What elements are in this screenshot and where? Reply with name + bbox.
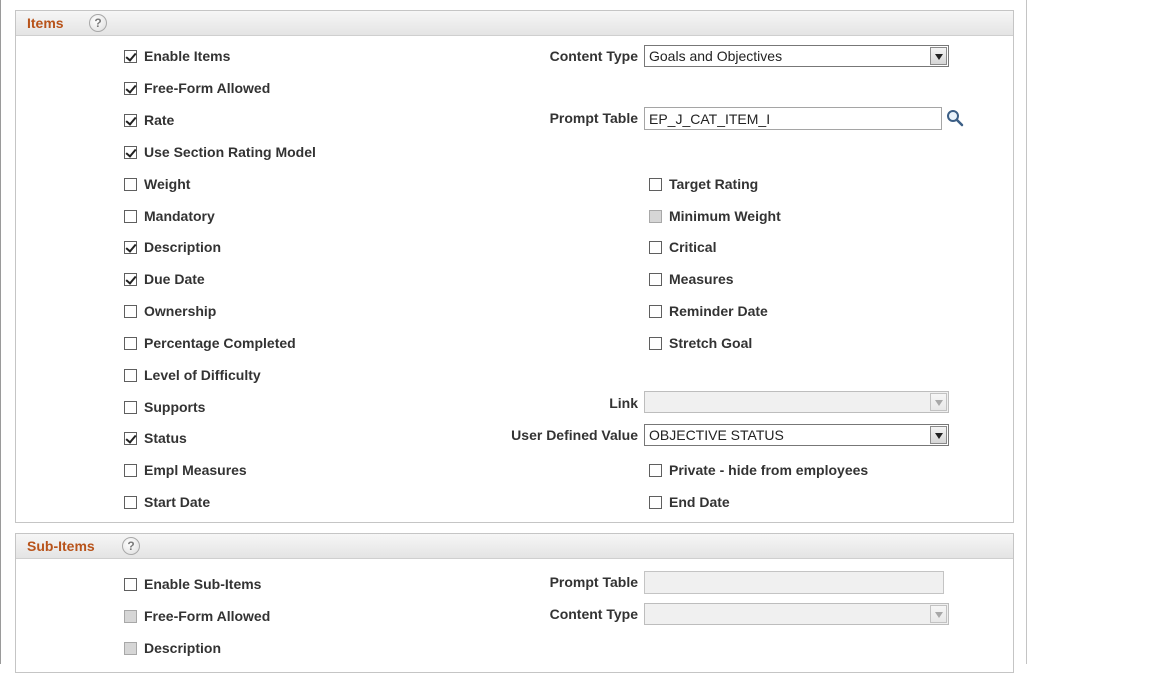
subitems-section-header: Sub-Items ? (16, 534, 1013, 559)
content-type-select[interactable]: Goals and Objectives (644, 45, 949, 67)
link-label: Link (609, 395, 638, 411)
sub-content-type-select (644, 603, 949, 625)
ownership-label: Ownership (144, 303, 217, 319)
empl-measures-label: Empl Measures (144, 462, 247, 478)
chevron-down-icon[interactable] (930, 47, 947, 65)
help-icon[interactable]: ? (122, 537, 140, 555)
rate-label: Rate (144, 112, 175, 128)
sub-free-form-allowed-checkbox (124, 610, 137, 623)
enable-items-label: Enable Items (144, 48, 231, 64)
status-label: Status (144, 430, 187, 446)
prompt-table-value: EP_J_CAT_ITEM_I (649, 111, 771, 127)
page-right-border (1026, 0, 1027, 664)
stretch-goal-checkbox[interactable] (649, 337, 662, 350)
end-date-checkbox[interactable] (649, 496, 662, 509)
sub-description-label: Description (144, 640, 222, 656)
user-defined-value-label: User Defined Value (511, 427, 638, 443)
enable-sub-items-checkbox[interactable] (124, 578, 137, 591)
minimum-weight-label: Minimum Weight (669, 208, 781, 224)
link-select (644, 391, 949, 413)
ownership-checkbox[interactable] (124, 305, 137, 318)
weight-checkbox[interactable] (124, 178, 137, 191)
sub-prompt-table-label: Prompt Table (549, 574, 638, 590)
prompt-table-label: Prompt Table (549, 110, 638, 126)
chevron-down-icon (930, 605, 947, 623)
use-section-rating-model-checkbox[interactable] (124, 146, 137, 159)
supports-label: Supports (144, 399, 206, 415)
start-date-checkbox[interactable] (124, 496, 137, 509)
enable-items-checkbox[interactable] (124, 50, 137, 63)
status-checkbox[interactable] (124, 432, 137, 445)
content-type-label: Content Type (549, 48, 638, 64)
due-date-checkbox[interactable] (124, 273, 137, 286)
start-date-label: Start Date (144, 494, 211, 510)
content-type-value: Goals and Objectives (649, 48, 783, 64)
level-of-difficulty-label: Level of Difficulty (144, 367, 261, 383)
chevron-down-icon[interactable] (930, 426, 947, 444)
critical-checkbox[interactable] (649, 241, 662, 254)
critical-label: Critical (669, 239, 717, 255)
stretch-goal-label: Stretch Goal (669, 335, 753, 351)
measures-checkbox[interactable] (649, 273, 662, 286)
private-hide-from-employees-checkbox[interactable] (649, 464, 662, 477)
enable-sub-items-label: Enable Sub-Items (144, 576, 262, 592)
percentage-completed-checkbox[interactable] (124, 337, 137, 350)
search-icon[interactable] (946, 109, 964, 127)
subitems-group-box: Sub-Items ? Enable Sub-Items Free-Form A… (15, 533, 1014, 673)
percentage-completed-label: Percentage Completed (144, 335, 296, 351)
use-section-rating-model-label: Use Section Rating Model (144, 144, 316, 160)
minimum-weight-checkbox (649, 210, 662, 223)
end-date-label: End Date (669, 494, 730, 510)
page-left-border (0, 0, 1, 664)
user-defined-value-select[interactable]: OBJECTIVE STATUS (644, 424, 949, 446)
sub-free-form-allowed-label: Free-Form Allowed (144, 608, 271, 624)
items-group-box: Items ? Enable Items Free-Form Allowed R… (15, 10, 1014, 523)
chevron-down-icon (930, 393, 947, 411)
rate-checkbox[interactable] (124, 114, 137, 127)
reminder-date-checkbox[interactable] (649, 305, 662, 318)
sub-content-type-label: Content Type (549, 606, 638, 622)
description-label: Description (144, 239, 222, 255)
mandatory-label: Mandatory (144, 208, 215, 224)
prompt-table-input[interactable]: EP_J_CAT_ITEM_I (644, 107, 942, 130)
weight-label: Weight (144, 176, 191, 192)
items-section-header: Items ? (16, 11, 1013, 36)
reminder-date-label: Reminder Date (669, 303, 768, 319)
free-form-allowed-label: Free-Form Allowed (144, 80, 271, 96)
help-icon[interactable]: ? (89, 14, 107, 32)
empl-measures-checkbox[interactable] (124, 464, 137, 477)
target-rating-label: Target Rating (669, 176, 759, 192)
due-date-label: Due Date (144, 271, 205, 287)
free-form-allowed-checkbox[interactable] (124, 82, 137, 95)
user-defined-value-value: OBJECTIVE STATUS (649, 427, 784, 443)
sub-description-checkbox (124, 642, 137, 655)
subitems-section-title: Sub-Items (27, 538, 95, 554)
level-of-difficulty-checkbox[interactable] (124, 369, 137, 382)
mandatory-checkbox[interactable] (124, 210, 137, 223)
supports-checkbox[interactable] (124, 401, 137, 414)
description-checkbox[interactable] (124, 241, 137, 254)
private-hide-from-employees-label: Private - hide from employees (669, 462, 869, 478)
target-rating-checkbox[interactable] (649, 178, 662, 191)
measures-label: Measures (669, 271, 734, 287)
items-section-title: Items (27, 15, 64, 31)
sub-prompt-table-input (644, 571, 944, 594)
